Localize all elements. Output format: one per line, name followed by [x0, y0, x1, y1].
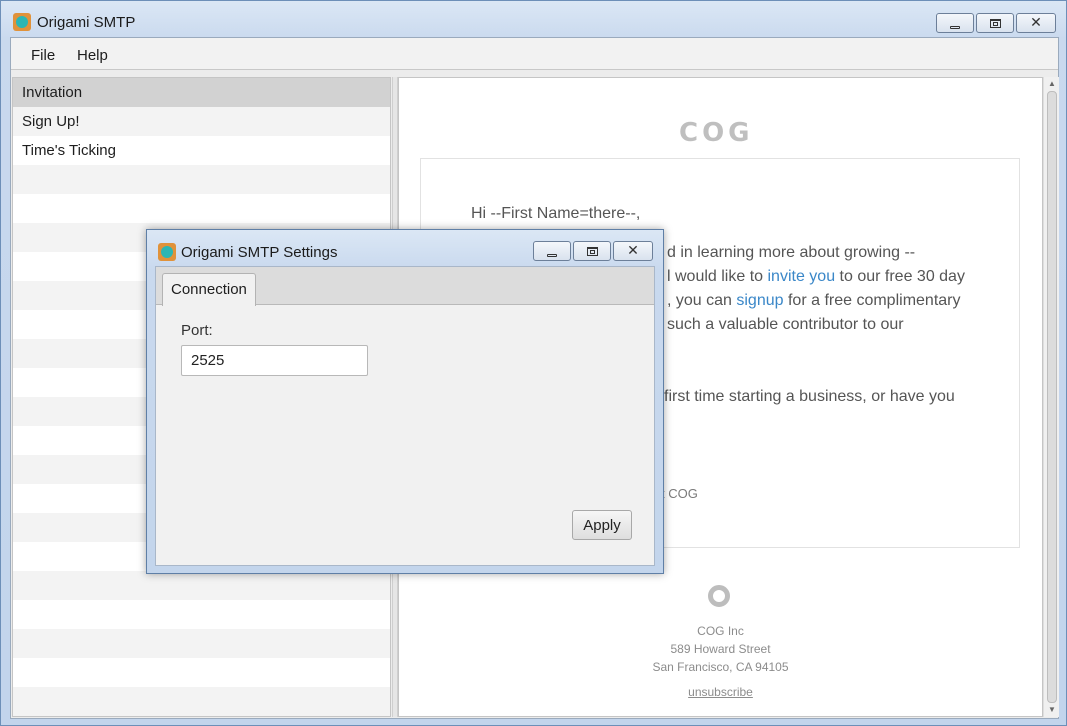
maximize-icon	[586, 246, 598, 256]
email-line-2-post: to our free 30 day	[835, 268, 965, 285]
list-item-empty	[13, 165, 390, 194]
app-logo-icon	[13, 13, 31, 31]
scroll-down-icon[interactable]: ▼	[1047, 705, 1057, 715]
window-controls: ✕	[934, 13, 1056, 33]
port-input[interactable]	[181, 345, 368, 376]
settings-dialog: Origami SMTP Settings ✕ Connection Port:…	[146, 229, 664, 574]
list-item-invitation[interactable]: Invitation	[13, 78, 390, 107]
dialog-window-controls: ✕	[531, 241, 653, 261]
list-item-times-ticking[interactable]: Time's Ticking	[13, 136, 390, 165]
close-icon: ✕	[627, 243, 639, 259]
preview-scrollbar[interactable]: ▲ ▼	[1043, 77, 1059, 717]
menu-file[interactable]: File	[31, 47, 55, 64]
maximize-button[interactable]	[976, 13, 1014, 33]
scroll-up-icon[interactable]: ▲	[1047, 79, 1057, 89]
email-line-1: d in learning more about growing --	[667, 244, 916, 261]
email-line-5: first time starting a business, or have …	[664, 388, 955, 405]
port-label: Port:	[181, 322, 213, 339]
close-icon: ✕	[1030, 15, 1042, 31]
title-bar[interactable]: Origami SMTP ✕	[1, 1, 1066, 37]
dialog-maximize-button[interactable]	[573, 241, 611, 261]
list-item-empty	[13, 600, 390, 629]
list-item-empty	[13, 194, 390, 223]
maximize-icon	[989, 18, 1001, 28]
email-line-3-post: for a free complimentary	[783, 292, 961, 309]
minimize-icon	[950, 25, 960, 29]
email-line-3-pre: , you can	[667, 292, 737, 309]
scroll-thumb[interactable]	[1047, 91, 1057, 703]
footer-street: 589 Howard Street	[670, 642, 771, 656]
list-item-sign-up[interactable]: Sign Up!	[13, 107, 390, 136]
email-greeting: Hi --First Name=there--,	[471, 205, 641, 222]
unsubscribe-link[interactable]: unsubscribe	[399, 685, 1042, 699]
minimize-icon	[547, 253, 557, 257]
dialog-title: Origami SMTP Settings	[181, 244, 338, 261]
email-line-4: such a valuable contributor to our	[667, 316, 904, 333]
footer-company: COG Inc	[697, 624, 744, 638]
email-line-2-pre: l would like to	[667, 268, 768, 285]
minimize-button[interactable]	[936, 13, 974, 33]
list-item-empty	[13, 687, 390, 716]
invite-link[interactable]: invite you	[768, 268, 836, 285]
list-item-empty	[13, 658, 390, 687]
cog-footer-logo-icon	[708, 585, 730, 607]
dialog-body: Connection Port: Apply	[155, 266, 655, 566]
menu-help[interactable]: Help	[77, 47, 108, 64]
apply-button[interactable]: Apply	[572, 510, 632, 540]
window-title: Origami SMTP	[37, 14, 136, 31]
list-item-empty	[13, 571, 390, 600]
footer-city: San Francisco, CA 94105	[652, 660, 789, 674]
close-button[interactable]: ✕	[1016, 13, 1056, 33]
list-item-empty	[13, 629, 390, 658]
tab-strip: Connection	[156, 267, 654, 306]
signup-link[interactable]: signup	[736, 292, 783, 309]
email-line-3: , you can signup for a free complimentar…	[667, 292, 960, 310]
email-line-2: l would like to invite you to our free 3…	[667, 268, 965, 286]
email-signature: t COG	[661, 486, 698, 501]
dialog-app-icon	[158, 243, 176, 261]
dialog-minimize-button[interactable]	[533, 241, 571, 261]
tab-connection[interactable]: Connection	[162, 273, 256, 306]
menu-bar: File Help	[11, 38, 1058, 70]
dialog-close-button[interactable]: ✕	[613, 241, 653, 261]
cog-logo: COG	[679, 118, 754, 148]
list-item-empty	[13, 716, 390, 717]
